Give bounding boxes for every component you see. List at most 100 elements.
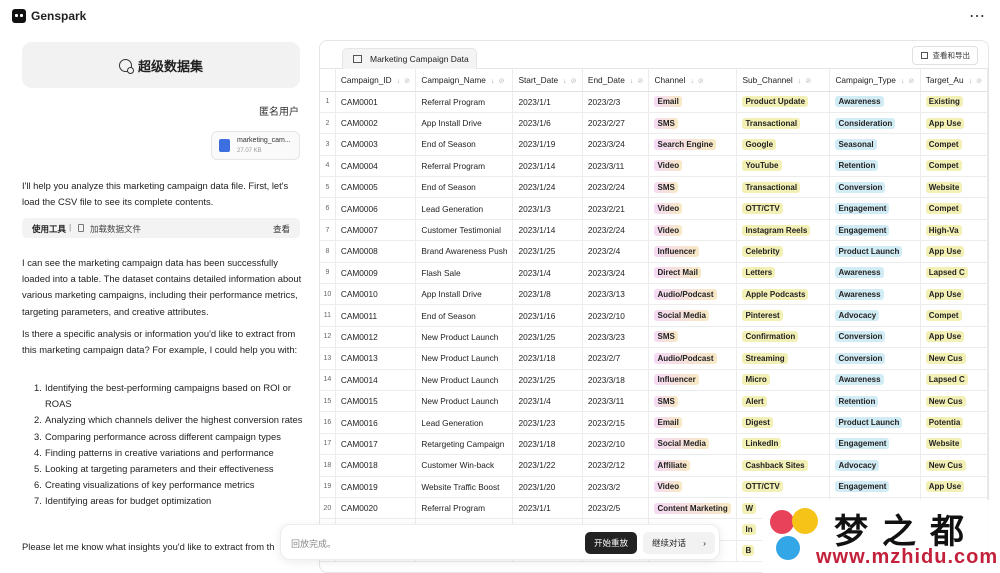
table-cell[interactable]: 2023/2/10 <box>582 304 650 327</box>
table-cell[interactable]: New Product Launch <box>415 390 514 413</box>
table-cell[interactable]: Engagement <box>829 219 921 242</box>
table-cell[interactable]: Retargeting Campaign <box>415 433 514 456</box>
table-cell[interactable]: 2023/1/3 <box>512 197 583 220</box>
table-row[interactable]: 9 CAM0009 Flash Sale 2023/1/4 2023/3/24 Direc… <box>320 262 988 285</box>
table-cell[interactable]: Website Traffic Boost <box>415 476 514 498</box>
table-cell[interactable]: 2023/1/25 <box>512 326 583 349</box>
table-cell[interactable]: CAM0005 <box>335 176 417 199</box>
table-cell[interactable]: CAM0013 <box>335 347 417 370</box>
table-row[interactable]: 12 CAM0012 New Product Launch 2023/1/25 2023… <box>320 326 988 349</box>
table-cell[interactable]: 2023/2/12 <box>582 454 650 477</box>
table-cell[interactable]: 2023/1/14 <box>512 219 583 242</box>
table-cell[interactable]: 2023/3/13 <box>582 283 650 306</box>
table-cell[interactable]: Conversion <box>829 326 921 349</box>
table-cell[interactable]: CAM0016 <box>335 411 417 434</box>
column-header[interactable]: Campaign_Type ↓ ⊘ <box>829 69 921 92</box>
table-cell[interactable]: Video <box>648 219 738 242</box>
table-cell[interactable]: Search Engine <box>648 133 738 156</box>
table-cell[interactable]: Lead Generation <box>415 411 514 434</box>
table-cell[interactable]: Product Update <box>736 91 831 113</box>
table-cell[interactable]: 2023/3/2 <box>582 476 650 498</box>
table-cell[interactable]: 2023/3/24 <box>582 133 650 156</box>
table-cell[interactable]: CAM0007 <box>335 219 417 242</box>
table-cell[interactable]: 2023/2/4 <box>582 240 650 263</box>
table-cell[interactable]: CAM0003 <box>335 133 417 156</box>
pin-icon[interactable]: ⊘ <box>498 78 504 85</box>
table-cell[interactable]: App Use <box>920 240 988 263</box>
super-dataset-button[interactable]: 超级数据集 <box>22 42 300 88</box>
more-options-icon[interactable]: ⋯ <box>969 6 986 26</box>
table-cell[interactable]: End of Season <box>415 133 514 156</box>
table-row[interactable]: 7 CAM0007 Customer Testimonial 2023/1/14 202… <box>320 219 988 242</box>
table-cell[interactable]: App Use <box>920 476 988 498</box>
table-row[interactable]: 17 CAM0017 Retargeting Campaign 2023/1/18 20… <box>320 433 988 456</box>
table-cell[interactable]: Alert <box>736 390 831 413</box>
table-cell[interactable]: Compet <box>920 133 988 156</box>
table-cell[interactable]: 2023/3/18 <box>582 369 650 391</box>
column-header[interactable]: Sub_Channel ↓ ⊘ <box>736 69 831 92</box>
table-cell[interactable]: Transactional <box>736 176 831 199</box>
table-row[interactable]: 2 CAM0002 App Install Drive 2023/1/6 2023/2/… <box>320 112 988 135</box>
table-cell[interactable]: Lapsed C <box>920 369 988 391</box>
table-cell[interactable]: Email <box>648 411 738 434</box>
table-cell[interactable]: 2023/1/4 <box>512 390 583 413</box>
table-cell[interactable]: Customer Win-back <box>415 454 514 477</box>
table-cell[interactable]: Existing <box>920 91 988 113</box>
table-cell[interactable]: Retention <box>829 155 921 178</box>
sort-icon[interactable]: ↓ <box>901 78 905 85</box>
table-row[interactable]: 6 CAM0006 Lead Generation 2023/1/3 2023/2/21… <box>320 197 988 220</box>
table-cell[interactable]: CAM0009 <box>335 262 417 285</box>
table-cell[interactable]: Audio/Podcast <box>648 283 738 306</box>
table-cell[interactable]: Letters <box>736 262 831 285</box>
table-cell[interactable]: SMS <box>648 390 738 413</box>
table-cell[interactable]: New Cus <box>920 347 988 370</box>
table-cell[interactable]: Affiliate <box>648 454 738 477</box>
sort-icon[interactable]: ↓ <box>630 78 634 85</box>
pin-icon[interactable]: ⊘ <box>805 78 811 85</box>
table-cell[interactable]: App Use <box>920 283 988 306</box>
table-cell[interactable]: 2023/1/24 <box>512 176 583 199</box>
table-cell[interactable]: Social Media <box>648 433 738 456</box>
table-cell[interactable]: Compet <box>920 155 988 178</box>
table-cell[interactable]: Conversion <box>829 347 921 370</box>
table-cell[interactable]: 2023/3/11 <box>582 390 650 413</box>
table-cell[interactable]: Influencer <box>648 369 738 391</box>
table-cell[interactable]: New Product Launch <box>415 347 514 370</box>
table-cell[interactable]: Product Launch <box>829 240 921 263</box>
table-cell[interactable]: Engagement <box>829 197 921 220</box>
table-cell[interactable]: New Cus <box>920 390 988 413</box>
tool-view-button[interactable]: 查看 <box>273 223 290 235</box>
table-cell[interactable]: Micro <box>736 369 831 391</box>
table-cell[interactable]: Brand Awareness Push <box>415 240 514 263</box>
table-cell[interactable]: Celebrity <box>736 240 831 263</box>
table-cell[interactable]: SMS <box>648 326 738 349</box>
table-cell[interactable]: 2023/3/24 <box>582 262 650 285</box>
table-cell[interactable]: CAM0012 <box>335 326 417 349</box>
table-cell[interactable]: Conversion <box>829 176 921 199</box>
table-row[interactable]: 5 CAM0005 End of Season 2023/1/24 2023/2/24 S… <box>320 176 988 199</box>
table-cell[interactable]: 2023/1/22 <box>512 454 583 477</box>
sort-icon[interactable]: ↓ <box>969 78 973 85</box>
table-cell[interactable]: App Use <box>920 112 988 135</box>
column-header[interactable]: Campaign_Name ↓ ⊘ <box>415 69 514 92</box>
table-cell[interactable]: Advocacy <box>829 454 921 477</box>
column-header[interactable]: Channel ↓ ⊘ <box>648 69 738 92</box>
table-cell[interactable]: 2023/2/3 <box>582 91 650 113</box>
table-cell[interactable]: Referral Program <box>415 497 514 520</box>
table-cell[interactable]: Lapsed C <box>920 262 988 285</box>
table-cell[interactable]: SMS <box>648 112 738 135</box>
table-cell[interactable]: Content Marketing <box>648 497 738 520</box>
table-cell[interactable]: CAM0008 <box>335 240 417 263</box>
table-cell[interactable]: Cashback Sites <box>736 454 831 477</box>
pin-icon[interactable]: ⊘ <box>571 78 577 85</box>
pin-icon[interactable]: ⊘ <box>908 78 914 85</box>
table-row[interactable]: 1 CAM0001 Referral Program 2023/1/1 2023/2/3… <box>320 91 988 113</box>
table-cell[interactable]: Compet <box>920 197 988 220</box>
continue-chat-button[interactable]: 继续对话 › <box>643 532 715 554</box>
table-cell[interactable]: Website <box>920 433 988 456</box>
table-cell[interactable]: 2023/1/23 <box>512 411 583 434</box>
table-cell[interactable]: Advocacy <box>829 304 921 327</box>
table-cell[interactable]: Pinterest <box>736 304 831 327</box>
table-cell[interactable]: YouTube <box>736 155 831 178</box>
table-cell[interactable]: CAM0014 <box>335 369 417 391</box>
